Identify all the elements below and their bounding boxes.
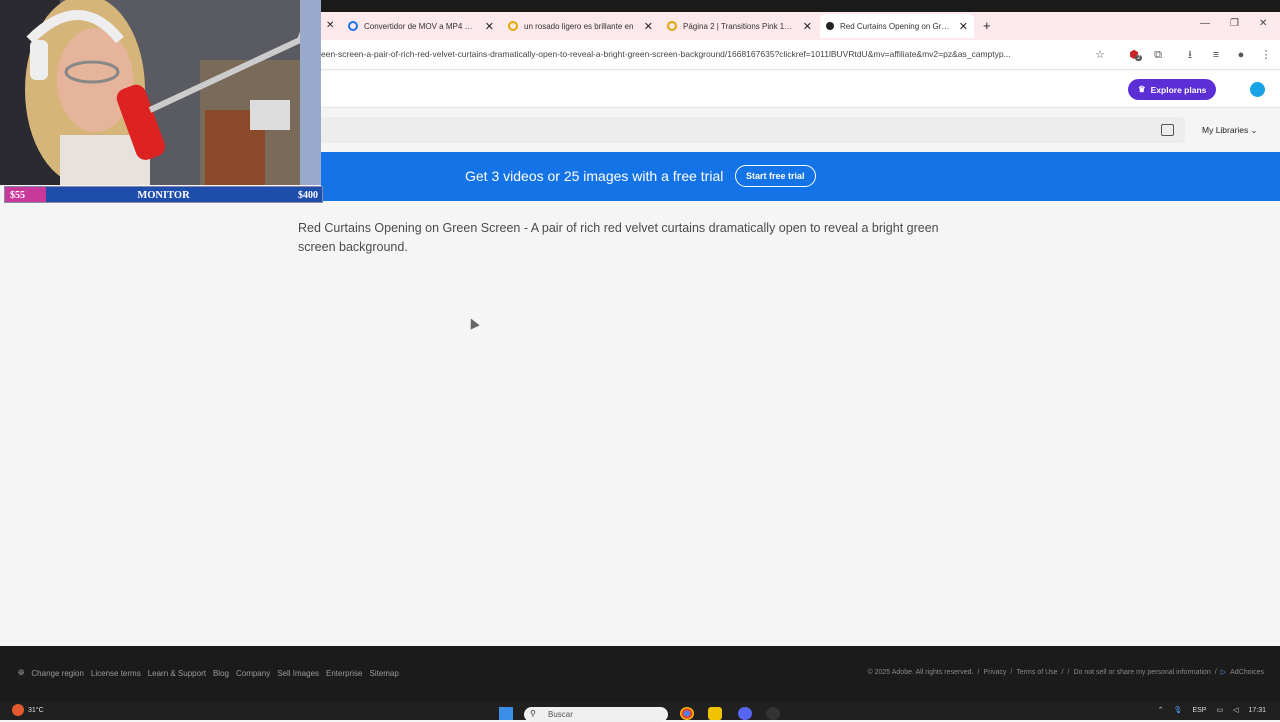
footer-link-sell-images[interactable]: Sell Images <box>277 669 319 678</box>
mouse-cursor-icon <box>466 316 480 330</box>
tab-transitions[interactable]: Página 2 | Transitions Pink 1 Seg ✕ <box>667 14 812 38</box>
goal-label: MONITOR <box>137 190 190 201</box>
separator: / <box>1061 668 1064 676</box>
obs-icon[interactable] <box>766 707 780 720</box>
adchoices-icon: ▷ <box>1220 669 1227 676</box>
bookmark-star-icon[interactable]: ☆ <box>1093 48 1107 62</box>
search-icon: ⚲ <box>530 709 536 718</box>
tab-favicon <box>348 21 358 31</box>
footer-link-sitemap[interactable]: Sitemap <box>369 669 398 678</box>
globe-icon: 🌐︎ <box>18 668 25 677</box>
browser-menu-icon[interactable]: ⋮ <box>1259 48 1273 62</box>
microphone-icon[interactable]: 🎙︎ <box>1174 706 1183 714</box>
clock-time[interactable]: 17:31 <box>1248 707 1266 714</box>
tab-favicon <box>667 21 677 31</box>
tab-favicon <box>508 21 518 31</box>
footer-link-company[interactable]: Company <box>236 669 270 678</box>
tab-title: Página 2 | Transitions Pink 1 Seg <box>683 21 793 31</box>
chevron-down-icon: ⌄ <box>1250 126 1258 135</box>
footer-link-terms[interactable]: Terms of Use <box>1016 669 1057 676</box>
my-libraries-dropdown[interactable]: My Libraries ⌄ <box>1202 125 1257 135</box>
site-footer: 🌐︎ Change region License terms Learn & S… <box>0 646 1280 702</box>
free-trial-banner: Get 3 videos or 25 images with a free tr… <box>321 152 1280 201</box>
footer-link-enterprise[interactable]: Enterprise <box>326 669 362 678</box>
close-tab-icon[interactable]: ✕ <box>485 20 494 33</box>
stream-goal-bar: $55 MONITOR $400 <box>4 186 323 203</box>
webcam-feed-image <box>0 0 321 185</box>
tab-title: un rosado ligero es brillante en <box>524 21 634 31</box>
search-input[interactable] <box>321 117 1185 143</box>
start-free-trial-button[interactable]: Start free trial <box>735 165 816 187</box>
close-tab-icon[interactable]: ✕ <box>644 20 653 33</box>
explore-plans-button[interactable]: ♛ Explore plans <box>1128 79 1217 100</box>
extension-badge: 2 <box>1135 55 1143 61</box>
start-button[interactable] <box>499 707 513 720</box>
separator: / <box>977 668 980 676</box>
close-tab-icon[interactable]: ✕ <box>326 20 334 31</box>
tab-red-curtains[interactable]: Red Curtains Opening on Green Screen ✕ <box>820 14 974 38</box>
extensions-puzzle-icon[interactable]: ⧉ <box>1151 48 1165 62</box>
chevron-up-icon[interactable]: ⌃ <box>1158 706 1164 714</box>
separator: / <box>1214 668 1217 676</box>
crown-icon: ♛ <box>1138 84 1146 94</box>
minimize-icon[interactable]: — <box>1200 18 1210 29</box>
file-explorer-icon[interactable] <box>708 707 722 720</box>
discord-icon[interactable] <box>738 707 752 720</box>
promo-text: Get 3 videos or 25 images with a free tr… <box>465 168 724 184</box>
download-icon[interactable]: ⭳ <box>1183 48 1197 62</box>
copyright-text: © 2025 Adobe. All rights reserved. <box>867 668 974 676</box>
tab-favicon <box>826 22 834 30</box>
tab-rosado-search[interactable]: un rosado ligero es brillante en ✕ <box>508 14 653 38</box>
weather-temp: 31°C <box>28 706 44 714</box>
close-tab-icon[interactable]: ✕ <box>959 20 968 33</box>
search-row: My Libraries ⌄ <box>321 117 1280 143</box>
weather-widget[interactable]: 31°C <box>12 704 44 716</box>
footer-link-privacy[interactable]: Privacy <box>983 669 1006 676</box>
footer-links: 🌐︎ Change region License terms Learn & S… <box>18 668 399 678</box>
system-tray: ⌃ 🎙︎ ESP ▭ ◁ 17:31 <box>1158 706 1266 715</box>
chrome-taskbar-icon[interactable] <box>680 707 694 720</box>
volume-icon[interactable]: ◁ <box>1233 706 1238 714</box>
language-indicator[interactable]: ESP <box>1192 707 1206 714</box>
close-window-icon[interactable]: ✕ <box>1259 18 1267 29</box>
new-tab-icon[interactable]: + <box>983 18 991 33</box>
url-text[interactable]: een-screen-a-pair-of-rich-red-velvet-cur… <box>321 49 1091 59</box>
footer-link-adchoices[interactable]: AdChoices <box>1230 669 1264 676</box>
taskbar-search-placeholder: Buscar <box>548 710 573 719</box>
tab-title: Convertidor de MOV a MP4 gratis <box>364 21 476 31</box>
avatar[interactable] <box>1250 82 1265 97</box>
site-header: ♛ Explore plans <box>321 71 1280 108</box>
tab-title: Red Curtains Opening on Green Screen <box>840 21 952 31</box>
separator: / <box>1010 668 1013 676</box>
weather-icon <box>12 704 24 716</box>
address-bar: een-screen-a-pair-of-rich-red-velvet-cur… <box>321 40 1280 70</box>
footer-link-do-not-sell[interactable]: Do not sell or share my personal informa… <box>1073 669 1210 676</box>
footer-link-license-terms[interactable]: License terms <box>91 669 141 678</box>
webcam-overlay <box>0 0 321 185</box>
windows-taskbar: 31°C Buscar ⚲ ⌃ 🎙︎ ESP ▭ ◁ 17:31 <box>0 702 1280 722</box>
footer-link-blog[interactable]: Blog <box>213 669 229 678</box>
my-libraries-label: My Libraries <box>1202 125 1249 135</box>
close-tab-icon[interactable]: ✕ <box>803 20 812 33</box>
restore-icon[interactable]: ❐ <box>1230 18 1239 29</box>
profile-icon[interactable]: ● <box>1234 48 1248 62</box>
network-icon[interactable]: ▭ <box>1216 706 1223 714</box>
asset-description: Red Curtains Opening on Green Screen - A… <box>298 221 939 254</box>
goal-target-amount: $400 <box>298 190 318 201</box>
explore-plans-label: Explore plans <box>1150 84 1207 95</box>
footer-link-learn-support[interactable]: Learn & Support <box>148 669 206 678</box>
visual-search-icon[interactable] <box>1161 124 1174 136</box>
separator: / <box>1067 668 1070 676</box>
footer-legal: © 2025 Adobe. All rights reserved. / Pri… <box>867 668 1265 677</box>
footer-link-change-region[interactable]: Change region <box>31 669 83 678</box>
tab-mov-converter[interactable]: Convertidor de MOV a MP4 gratis ✕ <box>348 14 494 38</box>
media-queue-icon[interactable]: ≡ <box>1209 48 1223 62</box>
